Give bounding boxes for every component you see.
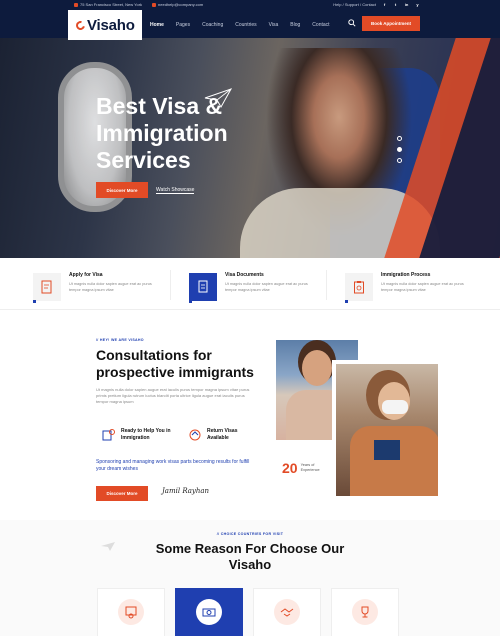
linkedin-icon[interactable]: in <box>404 2 409 7</box>
top-links[interactable]: Help / Support / Contact <box>333 2 376 7</box>
hero-section: Best Visa & Immigration Services Discove… <box>0 38 500 258</box>
reason-card[interactable] <box>331 588 399 636</box>
search-icon[interactable] <box>348 19 356 27</box>
handshake-icon <box>280 608 294 617</box>
nav-item-visa[interactable]: Visa <box>269 22 279 28</box>
feature-return-visas: Return Visas Available <box>188 424 259 446</box>
about-title: Consultations for prospective immigrants <box>96 347 254 380</box>
service-apply-visa[interactable]: Apply for Visa Ut magnis nulla dolor sap… <box>33 258 188 310</box>
reasons-section <box>0 520 500 636</box>
service-text: Ut magnis nulla dolor sapien augue erat … <box>225 282 308 292</box>
about-kicker: // HEY! WE ARE VISAHO <box>96 338 144 342</box>
service-icon-box <box>345 273 373 303</box>
logo-mark-icon <box>74 18 87 32</box>
nav-item-home[interactable]: Home <box>150 22 164 28</box>
watch-showcase-link[interactable]: Watch Showcase <box>156 187 195 194</box>
service-immigration-process[interactable]: Immigration Process Ut magnis nulla dolo… <box>345 258 500 310</box>
reason-icon-circle <box>352 599 378 625</box>
return-visa-icon <box>189 429 201 441</box>
photo-face <box>302 350 332 386</box>
service-visa-documents[interactable]: Visa Documents Ut magnis nulla dolor sap… <box>189 258 344 310</box>
slider-dot[interactable] <box>397 136 402 141</box>
slider-dots <box>397 136 402 163</box>
documents-icon <box>198 280 208 293</box>
photo-mask <box>382 400 408 414</box>
reason-icon-circle <box>196 599 222 625</box>
money-icon <box>202 608 216 617</box>
reason-icon-circle <box>274 599 300 625</box>
certificate-icon <box>125 606 137 619</box>
experience-number: 20 <box>282 460 298 476</box>
logo[interactable]: Visaho <box>68 10 142 40</box>
slider-dot[interactable] <box>397 158 402 163</box>
paper-plane-icon <box>204 88 233 109</box>
top-bar: 75 San Francisco Street, New York needhe… <box>0 0 500 10</box>
nav-item-countries[interactable]: Countries <box>235 22 256 28</box>
twitter-icon[interactable]: t <box>393 2 398 7</box>
nav-item-coaching[interactable]: Coaching <box>202 22 223 28</box>
mail-icon <box>152 2 157 7</box>
youtube-icon[interactable]: y <box>415 2 420 7</box>
service-icon-box <box>33 273 61 303</box>
document-pen-icon <box>41 280 52 294</box>
reasons-kicker: // CHOICE COUNTRIES FOR VISIT <box>216 532 284 536</box>
service-icon-box <box>189 273 217 303</box>
nav-item-contact[interactable]: Contact <box>312 22 329 28</box>
address-info: 75 San Francisco Street, New York <box>74 2 142 7</box>
masked-traveler-photo <box>332 360 442 500</box>
reasons-title: Some Reason For Choose Our Visaho <box>155 541 345 572</box>
experience-badge: 20 Years of Experience <box>276 453 332 483</box>
about-text: Ut magnis nulla dolor sapien augue erat … <box>96 387 250 404</box>
divider <box>326 270 327 300</box>
services-strip: Apply for Visa Ut magnis nulla dolor sap… <box>0 258 500 310</box>
clipboard-icon <box>354 281 364 294</box>
divider <box>170 270 171 300</box>
reason-card[interactable] <box>97 588 165 636</box>
hero-title: Best Visa & Immigration Services <box>96 93 228 173</box>
feature-ready-help: Ready to Help You in Immigration <box>102 424 173 446</box>
service-title: Immigration Process <box>381 272 431 278</box>
slider-dot-active[interactable] <box>397 147 402 152</box>
hero-discover-button[interactable]: Discover More <box>96 182 148 198</box>
facebook-icon[interactable]: f <box>382 2 387 7</box>
email-info[interactable]: needhelp@company.com <box>152 2 203 7</box>
nav-item-pages[interactable]: Pages <box>176 22 190 28</box>
main-nav: Home Pages Coaching Countries Visa Blog … <box>150 22 330 28</box>
reason-card-active[interactable] <box>175 588 243 636</box>
trophy-icon <box>361 606 369 618</box>
reason-card[interactable] <box>253 588 321 636</box>
photo-passport <box>374 440 400 460</box>
service-title: Apply for Visa <box>69 272 103 278</box>
airplane-icon <box>101 542 115 551</box>
about-highlight: Sponsoring and managing work visas parts… <box>96 459 250 472</box>
hands-help-icon <box>102 429 115 441</box>
nav-item-blog[interactable]: Blog <box>290 22 300 28</box>
photo-jacket <box>350 426 438 496</box>
book-appointment-button[interactable]: Book Appointment <box>362 16 420 31</box>
experience-label: Years of Experience <box>300 463 320 472</box>
reason-icon-circle <box>118 599 144 625</box>
signature: Jamil Rayhan <box>162 487 210 495</box>
about-discover-button[interactable]: Discover More <box>96 486 148 501</box>
service-text: Ut magnis nulla dolor sapien augue erat … <box>381 282 464 292</box>
service-title: Visa Documents <box>225 272 264 278</box>
service-text: Ut magnis nulla dolor sapien augue erat … <box>69 282 152 292</box>
location-icon <box>74 2 78 7</box>
